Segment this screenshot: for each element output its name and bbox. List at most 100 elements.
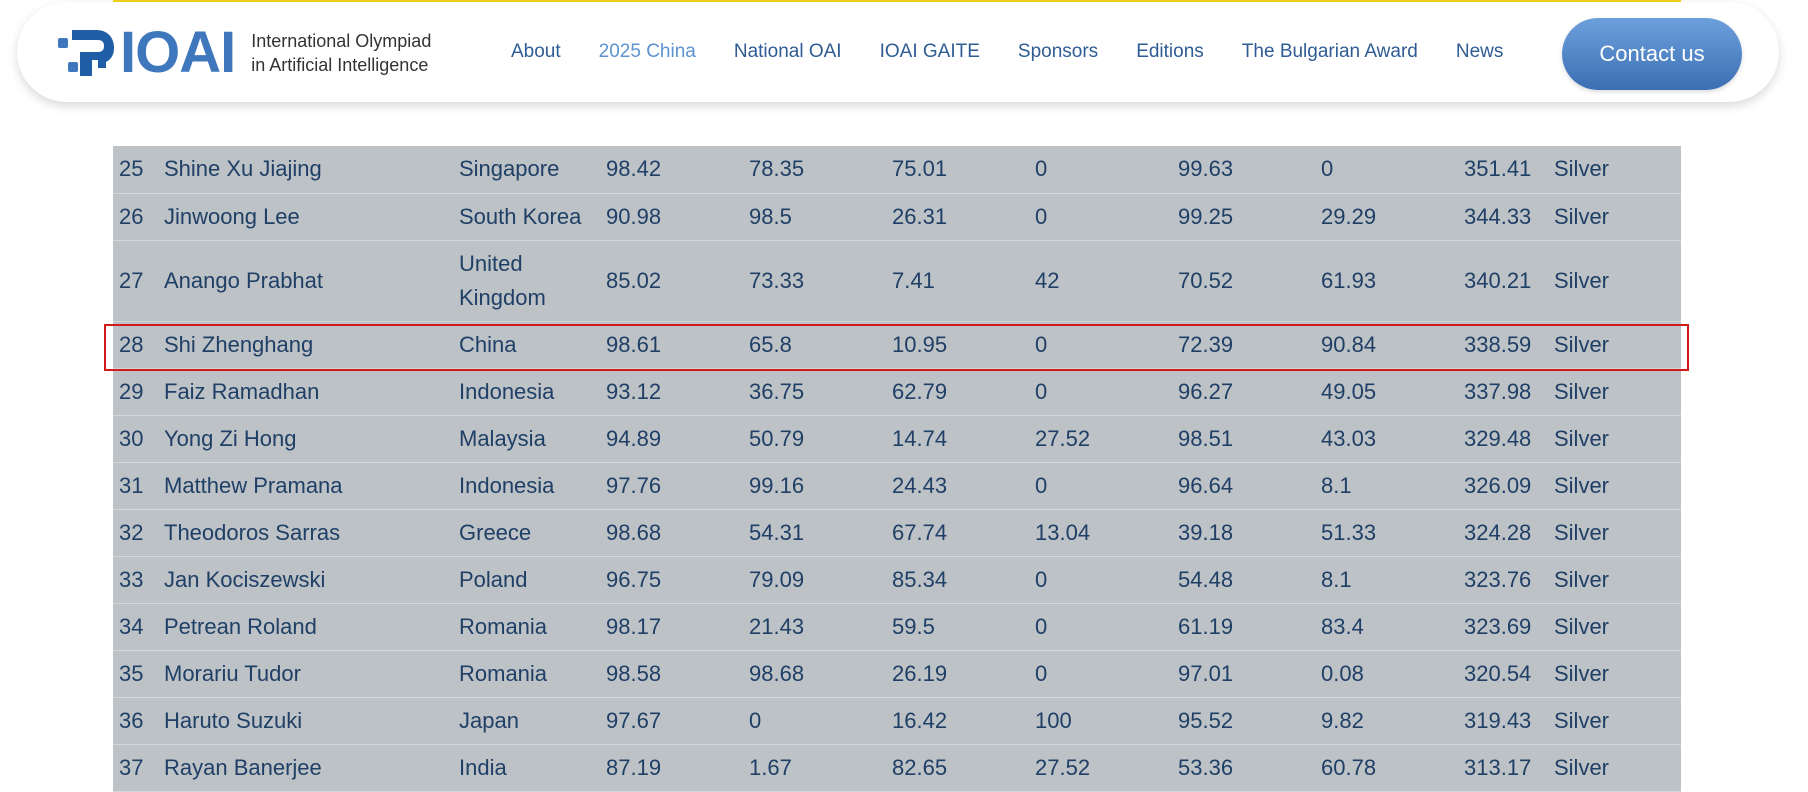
- cell-score-3: 24.43: [886, 462, 1029, 510]
- cell-score-1: 98.42: [600, 146, 743, 194]
- cell-country: South Korea: [453, 193, 600, 241]
- cell-score-1: 93.12: [600, 368, 743, 416]
- cell-rank: 29: [113, 368, 158, 416]
- cell-total: 329.48: [1458, 415, 1548, 463]
- cell-country: Indonesia: [453, 462, 600, 510]
- cell-score-6: 60.78: [1315, 744, 1458, 792]
- cell-name: Shi Zhenghang: [158, 321, 453, 369]
- table-row: 31 Matthew Pramana Indonesia 97.76 99.16 24.4…: [113, 462, 1681, 510]
- cell-score-6: 49.05: [1315, 368, 1458, 416]
- cell-score-1: 98.58: [600, 650, 743, 698]
- cell-score-4: 0: [1029, 368, 1172, 416]
- table-row: 37 Rayan Banerjee India 87.19 1.67 82.65 27.52…: [113, 744, 1681, 792]
- cell-total: 324.28: [1458, 509, 1548, 557]
- cell-country: Indonesia: [453, 368, 600, 416]
- cell-score-1: 98.17: [600, 603, 743, 651]
- cell-score-3: 16.42: [886, 697, 1029, 745]
- cell-score-3: 7.41: [886, 240, 1029, 322]
- nav-about[interactable]: About: [511, 41, 561, 63]
- contact-us-button[interactable]: Contact us: [1562, 18, 1742, 90]
- cell-score-5: 70.52: [1172, 240, 1315, 322]
- cell-score-5: 99.63: [1172, 146, 1315, 194]
- table-row: 26 Jinwoong Lee South Korea 90.98 98.5 26.31 0…: [113, 193, 1681, 241]
- cell-medal: Silver: [1548, 556, 1681, 604]
- cell-score-4: 27.52: [1029, 744, 1172, 792]
- results-table-body: 25 Shine Xu Jiajing Singapore 98.42 78.35 75.…: [113, 146, 1681, 792]
- cell-score-2: 36.75: [743, 368, 886, 416]
- cell-score-6: 9.82: [1315, 697, 1458, 745]
- cell-country: Romania: [453, 603, 600, 651]
- results-table: 25 Shine Xu Jiajing Singapore 98.42 78.35 75.…: [113, 146, 1681, 792]
- cell-score-2: 50.79: [743, 415, 886, 463]
- cell-name: Jan Kociszewski: [158, 556, 453, 604]
- table-row: 32 Theodoros Sarras Greece 98.68 54.31 67.74 1…: [113, 509, 1681, 557]
- results-table-container: 25 Shine Xu Jiajing Singapore 98.42 78.35 75.…: [113, 146, 1681, 792]
- cell-country: Singapore: [453, 146, 600, 194]
- cell-name: Shine Xu Jiajing: [158, 146, 453, 194]
- cell-score-6: 8.1: [1315, 462, 1458, 510]
- cell-country: Japan: [453, 697, 600, 745]
- cell-score-2: 99.16: [743, 462, 886, 510]
- cell-score-3: 26.19: [886, 650, 1029, 698]
- cell-score-2: 54.31: [743, 509, 886, 557]
- cell-score-2: 1.67: [743, 744, 886, 792]
- cell-score-4: 27.52: [1029, 415, 1172, 463]
- table-row: 28 Shi Zhenghang China 98.61 65.8 10.95 0 72.39…: [113, 321, 1681, 369]
- nav-2025-china[interactable]: 2025 China: [599, 41, 696, 63]
- cell-rank: 25: [113, 146, 158, 194]
- cell-medal: Silver: [1548, 368, 1681, 416]
- cell-total: 351.41: [1458, 146, 1548, 194]
- cell-score-5: 61.19: [1172, 603, 1315, 651]
- cell-rank: 31: [113, 462, 158, 510]
- cell-medal: Silver: [1548, 650, 1681, 698]
- cell-rank: 33: [113, 556, 158, 604]
- cell-score-6: 0: [1315, 146, 1458, 194]
- cell-country: China: [453, 321, 600, 369]
- cell-score-2: 79.09: [743, 556, 886, 604]
- cell-rank: 30: [113, 415, 158, 463]
- cell-name: Jinwoong Lee: [158, 193, 453, 241]
- ioai-logo[interactable]: IOAI International Olympiad in Artificia…: [56, 24, 431, 82]
- cell-score-6: 83.4: [1315, 603, 1458, 651]
- cell-score-4: 42: [1029, 240, 1172, 322]
- cell-score-4: 0: [1029, 462, 1172, 510]
- cell-score-5: 95.52: [1172, 697, 1315, 745]
- cell-score-1: 97.67: [600, 697, 743, 745]
- cell-score-1: 94.89: [600, 415, 743, 463]
- cell-score-2: 98.68: [743, 650, 886, 698]
- cell-score-6: 90.84: [1315, 321, 1458, 369]
- cell-score-2: 73.33: [743, 240, 886, 322]
- nav-bulgarian-award[interactable]: The Bulgarian Award: [1242, 41, 1418, 63]
- cell-score-4: 0: [1029, 193, 1172, 241]
- cell-score-5: 98.51: [1172, 415, 1315, 463]
- nav-ioai-gaite[interactable]: IOAI GAITE: [880, 41, 980, 63]
- cell-score-1: 97.76: [600, 462, 743, 510]
- nav-sponsors[interactable]: Sponsors: [1018, 41, 1098, 63]
- cell-name: Faiz Ramadhan: [158, 368, 453, 416]
- cell-score-3: 67.74: [886, 509, 1029, 557]
- cell-score-5: 53.36: [1172, 744, 1315, 792]
- cell-score-1: 98.61: [600, 321, 743, 369]
- cell-score-5: 97.01: [1172, 650, 1315, 698]
- cell-name: Matthew Pramana: [158, 462, 453, 510]
- nav-news[interactable]: News: [1456, 41, 1504, 63]
- cell-country: United Kingdom: [453, 240, 600, 322]
- cell-country: Poland: [453, 556, 600, 604]
- cell-score-1: 87.19: [600, 744, 743, 792]
- cell-medal: Silver: [1548, 415, 1681, 463]
- nav-national-oai[interactable]: National OAI: [734, 41, 842, 63]
- cell-score-3: 62.79: [886, 368, 1029, 416]
- cell-name: Petrean Roland: [158, 603, 453, 651]
- cell-score-2: 0: [743, 697, 886, 745]
- cell-score-5: 99.25: [1172, 193, 1315, 241]
- cell-score-6: 61.93: [1315, 240, 1458, 322]
- table-row: 29 Faiz Ramadhan Indonesia 93.12 36.75 62.79 0…: [113, 368, 1681, 416]
- cell-score-4: 13.04: [1029, 509, 1172, 557]
- cell-name: Anango Prabhat: [158, 240, 453, 322]
- cell-score-5: 72.39: [1172, 321, 1315, 369]
- nav-editions[interactable]: Editions: [1136, 41, 1204, 63]
- cell-medal: Silver: [1548, 240, 1681, 322]
- cell-rank: 34: [113, 603, 158, 651]
- cell-score-2: 78.35: [743, 146, 886, 194]
- cell-country: Greece: [453, 509, 600, 557]
